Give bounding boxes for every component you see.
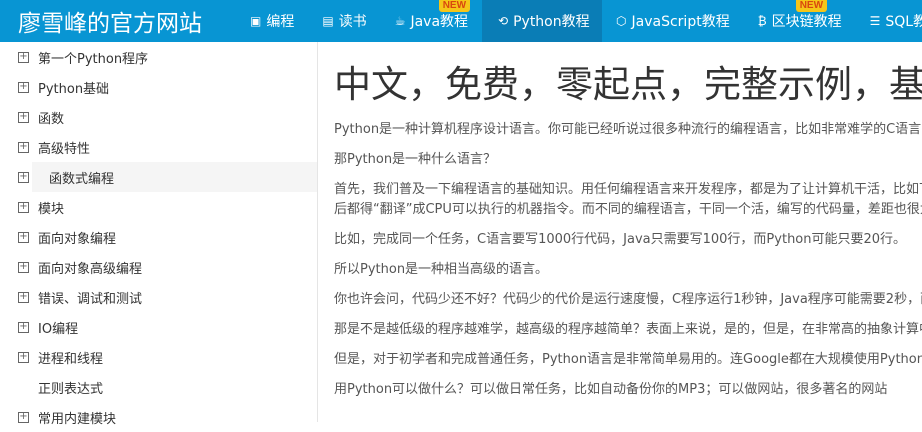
sidebar-item[interactable]: + 高级特性 bbox=[0, 132, 317, 162]
nav-item-reading[interactable]: ▤ 读书 bbox=[308, 0, 380, 42]
nav-label: JavaScript教程 bbox=[631, 14, 730, 30]
main-content: 中文，免费，零起点，完整示例，基于最新的Python 3版本。 Python是一… bbox=[334, 42, 922, 400]
bitcoin-icon: ₿ bbox=[757, 14, 767, 28]
sidebar-item[interactable]: + 模块 bbox=[0, 192, 317, 222]
nav-item-javascript[interactable]: ⬡ JavaScript教程 bbox=[602, 0, 744, 42]
sidebar-item[interactable]: 正则表达式 bbox=[0, 372, 317, 402]
paragraph: 比如，完成同一个任务，C语言要写1000行代码，Java只需要写100行，而Py… bbox=[334, 232, 907, 247]
sidebar-item-label: 面向对象编程 bbox=[38, 231, 117, 247]
expand-icon[interactable]: + bbox=[18, 111, 29, 123]
terminal-icon: ▣ bbox=[250, 14, 262, 28]
sidebar-item[interactable]: + 函数 bbox=[0, 102, 317, 132]
expand-icon[interactable]: + bbox=[18, 201, 29, 213]
expand-icon[interactable]: + bbox=[18, 351, 29, 363]
sidebar-item[interactable]: + 第一个Python程序 bbox=[0, 42, 317, 72]
expand-icon[interactable]: + bbox=[18, 141, 29, 153]
paragraph: 你也许会问，代码少还不好？代码少的代价是运行速度慢，C程序运行1秒钟，Java程… bbox=[334, 292, 922, 307]
new-badge: NEW bbox=[438, 0, 471, 12]
expand-icon[interactable]: + bbox=[18, 81, 29, 93]
nav-item-java[interactable]: ☕ Java教程 NEW bbox=[381, 0, 482, 42]
paragraph: 但是，对于初学者和完成普通任务，Python语言是非常简单易用的。连Google… bbox=[334, 352, 922, 367]
nodejs-icon: ⬡ bbox=[616, 14, 627, 28]
sidebar-item-label: 高级特性 bbox=[38, 141, 91, 157]
nav-label: 读书 bbox=[338, 14, 367, 30]
coffee-icon: ☕ bbox=[394, 14, 406, 28]
expand-icon[interactable]: + bbox=[18, 321, 29, 333]
paragraph: 那Python是一种什么语言？ bbox=[334, 152, 497, 167]
sidebar-item[interactable]: + 错误、调试和测试 bbox=[0, 282, 317, 312]
paragraph: 那是不是越低级的程序越难学，越高级的程序越简单？表面上来说，是的，但是，在非常高… bbox=[334, 322, 922, 337]
nav-label: 编程 bbox=[266, 14, 295, 30]
python-icon: ⟲ bbox=[498, 14, 509, 28]
nav-item-sql[interactable]: ☰ SQL教程 bbox=[856, 0, 922, 42]
expand-icon[interactable]: + bbox=[18, 231, 29, 243]
nav-label: 区块链教程 bbox=[771, 14, 842, 30]
paragraph: Python是一种计算机程序设计语言。你可能已经听说过很多种流行的编程语言，比如… bbox=[334, 122, 922, 137]
sidebar-item[interactable]: + 进程和线程 bbox=[0, 342, 317, 372]
paragraph: 所以Python是一种相当高级的语言。 bbox=[334, 262, 549, 277]
nav-label: Java教程 bbox=[410, 14, 469, 30]
nav-item-programming[interactable]: ▣ 编程 bbox=[236, 0, 308, 42]
sidebar-item[interactable]: + IO编程 bbox=[0, 312, 317, 342]
sidebar-item-label: 常用内建模块 bbox=[38, 411, 117, 427]
sidebar-item-label: 函数式编程 bbox=[49, 171, 115, 187]
page-title: 中文，免费，零起点，完整示例，基于最新的Python 3版本。 bbox=[334, 63, 922, 106]
expand-icon[interactable]: + bbox=[18, 51, 29, 63]
new-badge: NEW bbox=[795, 0, 828, 12]
site-logo[interactable]: 廖雪峰的官方网站 bbox=[0, 4, 236, 38]
sidebar-item-label: 第一个Python程序 bbox=[38, 51, 149, 67]
sidebar-item-label: 面向对象高级编程 bbox=[38, 261, 143, 277]
sidebar-item[interactable]: + 常用内建模块 bbox=[0, 402, 317, 432]
nav-label: Python教程 bbox=[513, 14, 590, 30]
database-icon: ☰ bbox=[869, 14, 881, 28]
expand-icon[interactable]: + bbox=[18, 291, 29, 303]
sidebar-item[interactable]: + Python基础 bbox=[0, 72, 317, 102]
sidebar-item-label: 函数 bbox=[38, 111, 65, 127]
spacer[interactable] bbox=[18, 382, 29, 393]
sidebar: + 第一个Python程序 + Python基础 + 函数 + 高级特性 + 函数式编程 + 模块 + 面… bbox=[0, 42, 318, 427]
nav-label: SQL教程 bbox=[885, 14, 922, 30]
book-icon: ▤ bbox=[322, 14, 334, 28]
expand-icon[interactable]: + bbox=[18, 261, 29, 273]
sidebar-item[interactable]: + 面向对象编程 bbox=[0, 222, 317, 252]
sidebar-item-label: 模块 bbox=[38, 201, 65, 217]
paragraph: 首先，我们普及一下编程语言的基础知识。用任何编程语言来开发程序，都是为了让计算机… bbox=[334, 180, 922, 220]
nav-item-blockchain[interactable]: ₿ 区块链教程 NEW bbox=[744, 0, 856, 42]
sidebar-item-label: Python基础 bbox=[38, 81, 110, 97]
sidebar-item-label: 进程和线程 bbox=[38, 351, 104, 367]
sidebar-item[interactable]: + 面向对象高级编程 bbox=[0, 252, 317, 282]
sidebar-item-label: IO编程 bbox=[38, 321, 79, 337]
paragraph-line: 后都得“翻译”成CPU可以执行的机器指令。而不同的编程语言，干同一个活，编写的代… bbox=[334, 202, 922, 217]
expand-icon[interactable]: + bbox=[18, 171, 29, 183]
sidebar-item-label: 正则表达式 bbox=[38, 381, 104, 397]
sidebar-item-label: 错误、调试和测试 bbox=[38, 291, 143, 307]
top-nav: 廖雪峰的官方网站 ▣ 编程 ▤ 读书 ☕ Java教程 NEW ⟲ Python教程 ⬡ J… bbox=[0, 0, 922, 42]
nav-item-python[interactable]: ⟲ Python教程 bbox=[482, 0, 603, 42]
paragraph: 用Python可以做什么？可以做日常任务，比如自动备份你的MP3；可以做网站，很… bbox=[334, 382, 888, 397]
expand-icon[interactable]: + bbox=[18, 411, 29, 423]
sidebar-item[interactable]: + 函数式编程 bbox=[18, 162, 317, 192]
paragraph-line: 首先，我们普及一下编程语言的基础知识。用任何编程语言来开发程序，都是为了让计算机… bbox=[334, 182, 922, 197]
